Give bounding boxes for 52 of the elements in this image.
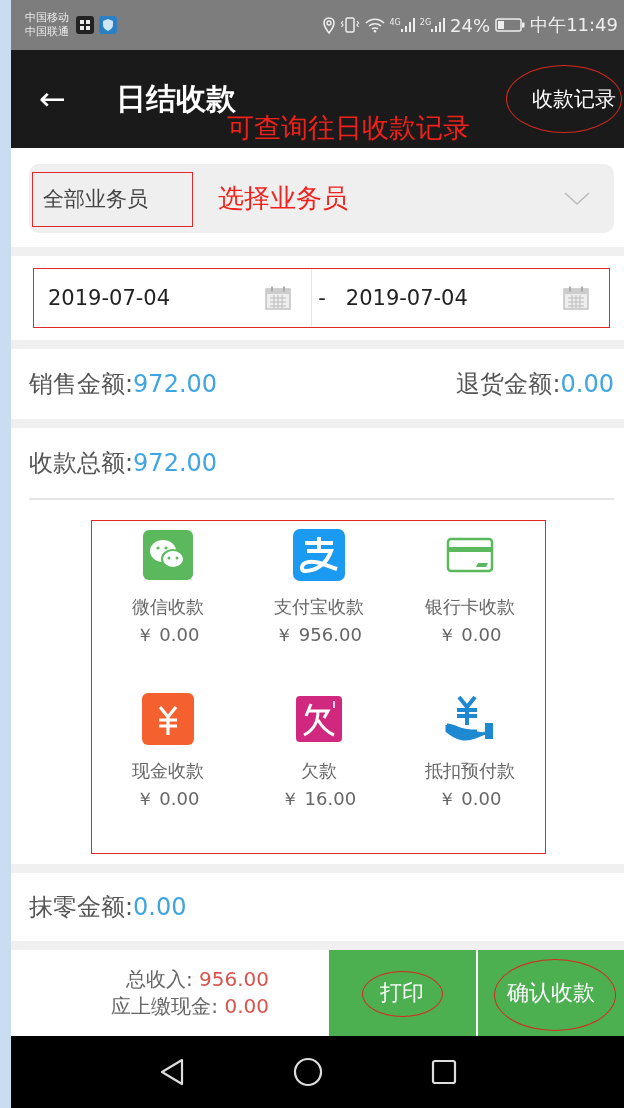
records-link[interactable]: 收款记录 — [532, 81, 616, 117]
debt-icon — [295, 693, 342, 745]
rounding-amount: 抹零金额:0.00 — [29, 892, 187, 923]
shield-icon — [99, 16, 117, 34]
salesperson-dropdown[interactable]: 全部业务员 选择业务员 — [29, 164, 614, 233]
payment-method-label: 微信收款 — [131, 595, 204, 619]
signal-icon — [400, 18, 415, 32]
payment-amount: ￥ 16.00 — [280, 787, 357, 811]
network-label: 2G — [419, 18, 432, 27]
battery-icon — [495, 18, 526, 32]
payment-amount: ￥ 0.00 — [437, 623, 502, 647]
end-date-field[interactable]: 2019-07-04 — [331, 269, 609, 327]
signal-icon — [431, 18, 446, 32]
payment-amount: ￥ 956.00 — [275, 623, 362, 647]
calendar-icon — [265, 286, 292, 310]
wifi-icon — [364, 17, 385, 33]
payment-amount: ￥ 0.00 — [437, 787, 502, 811]
chat-bubbles-icon — [142, 529, 193, 581]
payment-method-label: 抵扣预付款 — [424, 759, 515, 783]
end-date: 2019-07-04 — [345, 286, 468, 310]
annotation-note: 选择业务员 — [218, 182, 348, 215]
payment-method-label: 银行卡收款 — [424, 595, 515, 619]
cash-due: 应上缴现金: 0.00 — [111, 993, 269, 1020]
sales-amount: 销售金额:972.00 — [29, 369, 218, 400]
salesperson-value: 全部业务员 — [43, 185, 148, 213]
vibrate-icon — [339, 17, 360, 33]
battery-percent: 24% — [450, 14, 491, 36]
payment-app-icon — [292, 529, 345, 581]
carrier-name: 中国移动 — [25, 11, 69, 25]
payment-amount: ￥ 0.00 — [135, 623, 200, 647]
total-income: 总收入: 956.00 — [125, 966, 269, 993]
yuan-icon — [141, 693, 194, 745]
payment-method-label: 现金收款 — [131, 759, 204, 783]
clock: 中午11:49 — [530, 13, 618, 37]
back-icon[interactable] — [158, 1058, 185, 1086]
date-separator: - — [311, 269, 332, 327]
start-date: 2019-07-04 — [48, 286, 171, 310]
recents-icon[interactable] — [430, 1059, 457, 1085]
payment-amount: ￥ 0.00 — [135, 787, 200, 811]
payment-method-label: 欠款 — [300, 759, 337, 783]
start-date-field[interactable]: 2019-07-04 — [34, 269, 312, 327]
location-icon — [322, 16, 335, 34]
collection-total: 收款总额:972.00 — [29, 448, 218, 479]
returns-amount: 退货金额:0.00 — [456, 369, 614, 400]
calendar-icon — [563, 286, 589, 310]
home-icon[interactable] — [292, 1057, 323, 1087]
chevron-down-icon — [564, 191, 590, 206]
network-label: 4G — [389, 18, 401, 27]
carrier-name: 中国联通 — [25, 25, 69, 39]
app-grid-icon — [76, 16, 94, 34]
payment-method-label: 支付宝收款 — [273, 595, 364, 619]
back-button[interactable]: ← — [39, 80, 66, 118]
